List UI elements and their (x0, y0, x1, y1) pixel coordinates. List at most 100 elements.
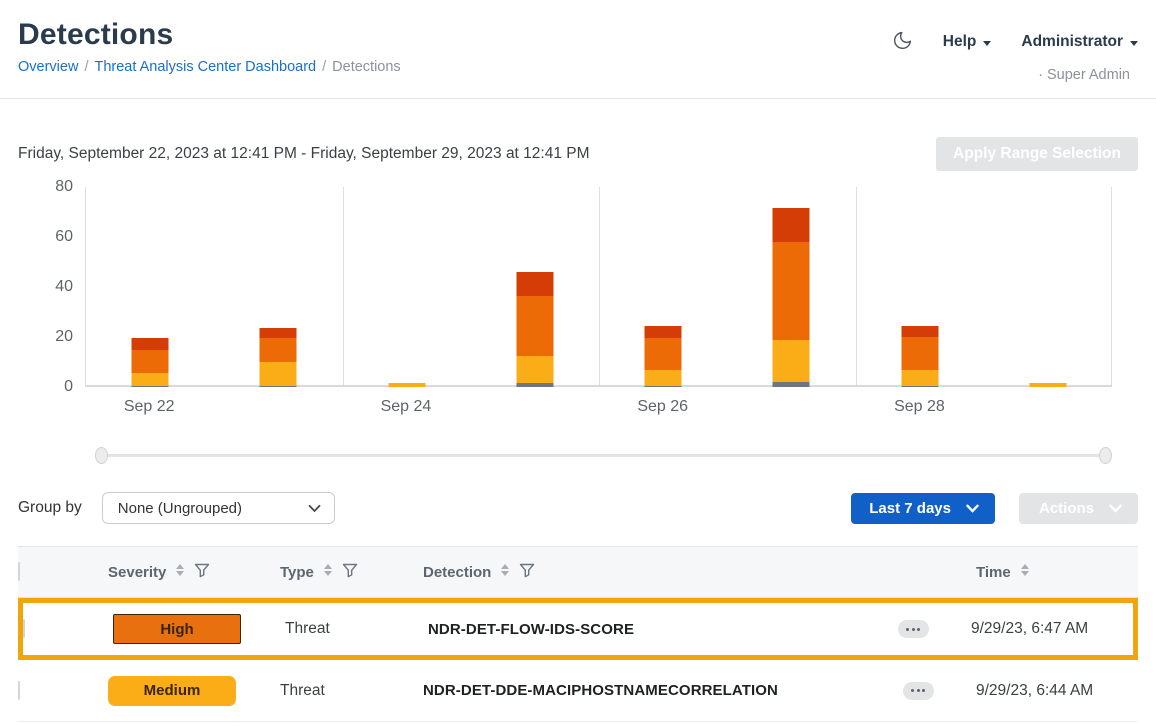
breadcrumb-separator: / (322, 59, 326, 75)
dark-orange-segment (901, 326, 938, 337)
column-header-severity[interactable]: Severity (90, 563, 262, 582)
x-axis-tick-label: Sep 24 (381, 398, 432, 416)
filter-icon[interactable] (519, 563, 535, 582)
time-range-slider[interactable] (95, 447, 1112, 465)
sort-icon[interactable] (323, 563, 333, 581)
y-axis-tick-label: 80 (55, 178, 73, 196)
chart-x-axis-labels: Sep 22Sep 24Sep 26Sep 28 (85, 387, 1112, 423)
select-all-cell (18, 563, 90, 581)
yellow-segment (901, 370, 938, 386)
stacked-bar-sep-23[interactable] (260, 328, 297, 387)
breadcrumb: Overview / Threat Analysis Center Dashboar… (18, 59, 401, 75)
x-axis-tick-label: Sep 28 (894, 398, 945, 416)
row-more-actions-button[interactable] (903, 682, 934, 700)
sort-icon[interactable] (1020, 563, 1030, 581)
severity-badge-high[interactable]: High (113, 614, 241, 644)
dark-orange-segment (132, 338, 169, 349)
date-range-text: Friday, September 22, 2023 at 12:41 PM -… (18, 145, 590, 163)
chart-y-axis: 020406080 (18, 187, 85, 387)
y-axis-tick-label: 60 (55, 228, 73, 246)
yellow-segment (773, 340, 810, 383)
table-row[interactable]: Medium Threat NDR-DET-DDE-MACIPHOSTNAMEC… (18, 660, 1138, 722)
table-header-row: Severity Type Detection Time (18, 546, 1138, 598)
help-menu[interactable]: Help (943, 33, 992, 51)
select-all-checkbox[interactable] (18, 562, 20, 581)
page-header: Detections Overview / Threat Analysis Cent… (0, 0, 1156, 83)
chevron-down-icon (308, 500, 321, 517)
apply-range-selection-button[interactable]: Apply Range Selection (936, 137, 1138, 171)
header-divider (0, 98, 1156, 99)
stacked-bar-sep-25[interactable] (516, 272, 553, 387)
breadcrumb-link-threat-analysis[interactable]: Threat Analysis Center Dashboard (94, 59, 316, 75)
actions-button[interactable]: Actions (1019, 493, 1138, 524)
time-filter-button[interactable]: Last 7 days (851, 493, 995, 524)
orange-segment (773, 242, 810, 340)
dark-orange-segment (645, 326, 682, 339)
column-header-detection[interactable]: Detection (405, 563, 888, 582)
sort-icon[interactable] (500, 563, 510, 581)
yellow-segment (645, 370, 682, 386)
stacked-bar-sep-22[interactable] (132, 338, 169, 387)
chart-gridline (599, 187, 600, 387)
user-menu-label: Administrator (1021, 33, 1123, 51)
time-cell: 9/29/23, 6:44 AM (948, 682, 1138, 700)
user-menu[interactable]: Administrator (1021, 33, 1138, 51)
column-label: Type (280, 564, 314, 581)
range-row: Friday, September 22, 2023 at 12:41 PM -… (18, 137, 1138, 171)
chart-gridline (343, 187, 344, 387)
stacked-bar-sep-26[interactable] (645, 326, 682, 387)
row-select-cell (23, 620, 95, 638)
detection-cell[interactable]: NDR-DET-FLOW-IDS-SCORE (410, 621, 883, 638)
column-header-time[interactable]: Time (948, 563, 1138, 581)
theme-toggle-button[interactable] (892, 30, 913, 54)
stacked-bar-sep-27[interactable] (773, 208, 810, 387)
breadcrumb-current: Detections (332, 59, 401, 75)
chevron-down-icon (983, 41, 991, 46)
chart-gridline (856, 187, 857, 387)
filter-icon[interactable] (194, 563, 210, 582)
row-actions-cell (888, 682, 948, 700)
filter-icon[interactable] (342, 563, 358, 582)
orange-segment (516, 296, 553, 356)
slider-handle-left[interactable] (95, 447, 108, 464)
time-cell: 9/29/23, 6:47 AM (943, 620, 1133, 638)
severity-cell: High (95, 614, 267, 644)
column-header-type[interactable]: Type (262, 563, 405, 582)
column-label: Time (976, 564, 1011, 581)
yellow-segment (132, 373, 169, 386)
breadcrumb-link-overview[interactable]: Overview (18, 59, 78, 75)
slider-handle-right[interactable] (1099, 447, 1112, 464)
row-checkbox[interactable] (23, 619, 25, 638)
stacked-bar-sep-28[interactable] (901, 326, 938, 387)
row-more-actions-button[interactable] (898, 620, 929, 638)
table-toolbar: Group by None (Ungrouped) Last 7 days Ac… (18, 492, 1138, 524)
row-checkbox[interactable] (18, 681, 20, 700)
slider-track (99, 454, 1108, 457)
actions-button-label: Actions (1039, 500, 1094, 517)
detection-cell[interactable]: NDR-DET-DDE-MACIPHOSTNAMECORRELATION (405, 682, 888, 699)
chevron-down-icon (1109, 500, 1122, 517)
severity-badge-medium[interactable]: Medium (108, 676, 236, 706)
dark-orange-segment (516, 272, 553, 296)
table-row-highlighted[interactable]: High Threat NDR-DET-FLOW-IDS-SCORE 9/29/… (18, 598, 1138, 660)
orange-segment (260, 338, 297, 362)
detections-table: Severity Type Detection Time High (18, 546, 1138, 722)
severity-cell: Medium (90, 676, 262, 706)
yellow-segment (516, 356, 553, 384)
help-menu-label: Help (943, 33, 977, 51)
yellow-segment (260, 362, 297, 386)
breadcrumb-separator: / (84, 59, 88, 75)
x-axis-tick-label: Sep 26 (637, 398, 688, 416)
type-cell: Threat (267, 620, 410, 638)
orange-segment (132, 350, 169, 374)
dark-orange-segment (773, 208, 810, 242)
sort-icon[interactable] (175, 563, 185, 581)
time-filter-label: Last 7 days (869, 500, 951, 517)
chart-plot-area[interactable] (85, 187, 1112, 387)
user-role-label: · Super Admin (892, 67, 1138, 83)
header-right: Help Administrator · Super Admin (892, 18, 1138, 83)
y-axis-tick-label: 20 (55, 328, 73, 346)
dark-orange-segment (260, 328, 297, 338)
group-by-select[interactable]: None (Ungrouped) (102, 492, 335, 524)
orange-segment (901, 337, 938, 370)
